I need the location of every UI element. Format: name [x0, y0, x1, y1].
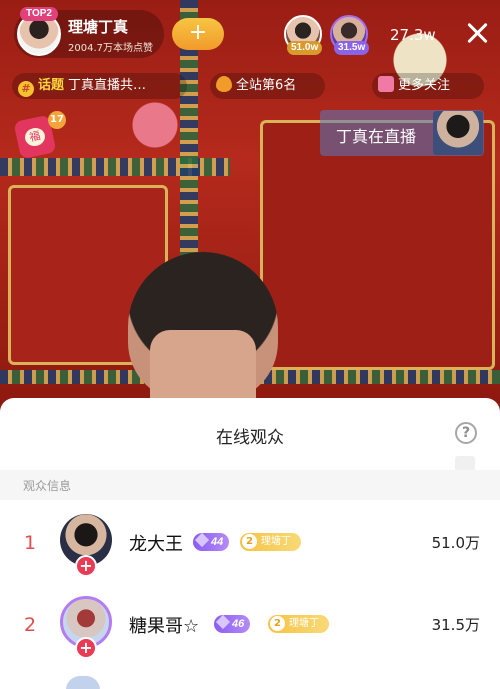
rank-number: 1: [24, 532, 37, 554]
host-likes: 2004.7万本场点赞: [68, 43, 153, 54]
level-value: 44: [211, 536, 224, 548]
top-viewer-score-2: 31.5w: [334, 41, 370, 55]
help-icon[interactable]: ?: [455, 422, 477, 444]
contribution-score: 31.5万: [431, 616, 480, 634]
audience-row[interactable]: 1 + 龙大王 44 2 理塘丁 51.0万: [0, 510, 500, 584]
level-value: 46: [232, 618, 245, 630]
plus-icon: +: [188, 20, 208, 45]
flame-icon: [216, 76, 232, 92]
topic-chip[interactable]: # 话题 丁真直播共…: [12, 73, 187, 99]
plus-icon[interactable]: +: [75, 555, 97, 577]
site-rank-text: 全站第6名: [236, 78, 297, 93]
top-rank-badge: TOP2: [20, 7, 58, 21]
fan-level: 2: [242, 534, 257, 549]
section-header: 观众信息: [0, 470, 500, 500]
fan-level: 2: [270, 616, 285, 631]
topic-tag: 话题: [38, 78, 65, 93]
audience-row[interactable]: 2 + 糖果哥☆ 46 2 理塘丁 31.5万: [0, 592, 500, 666]
top-viewer-score-1: 51.0w: [287, 41, 323, 55]
close-icon[interactable]: [462, 18, 492, 48]
gem-icon: [215, 614, 231, 630]
online-count[interactable]: 27.3w: [390, 26, 436, 44]
plus-icon[interactable]: +: [75, 637, 97, 659]
host-name[interactable]: 理塘丁真: [68, 16, 128, 37]
fan-badge: 2 理塘丁: [268, 615, 329, 633]
fan-name: 理塘丁: [261, 536, 291, 547]
level-badge: 46: [214, 614, 251, 633]
contribution-score: 51.0万: [431, 534, 480, 552]
level-badge: 44: [193, 532, 230, 551]
online-audience-sheet: 在线观众 ? 观众信息 1 + 龙大王 44 2 理塘丁 51.0万 2 + 糖果…: [0, 398, 500, 689]
gem-icon: [194, 532, 210, 548]
more-follow-chip[interactable]: 更多关注: [372, 73, 484, 99]
streamer-face: [150, 330, 256, 400]
viewer-name[interactable]: 糖果哥☆: [129, 612, 199, 638]
more-follow-text: 更多关注: [398, 78, 451, 93]
follow-button[interactable]: +: [172, 18, 224, 50]
viewer-name[interactable]: 龙大王: [129, 530, 183, 556]
live-stream-video[interactable]: [0, 0, 500, 400]
sheet-title: 在线观众: [216, 428, 284, 448]
fan-name: 理塘丁: [289, 618, 319, 629]
topic-text: 丁真直播共…: [68, 78, 147, 93]
chart-icon: [378, 76, 394, 92]
audience-row-partial: [66, 676, 100, 689]
live-card-thumbnail[interactable]: [433, 111, 483, 155]
fan-badge: 2 理塘丁: [240, 533, 301, 551]
mural-panel: [260, 120, 495, 370]
rank-number: 2: [24, 614, 37, 636]
red-packet-count: 17: [48, 111, 66, 129]
site-rank-chip[interactable]: 全站第6名: [210, 73, 325, 99]
section-label: 观众信息: [23, 479, 72, 493]
red-packet-label: 福: [23, 126, 47, 148]
live-card-text: 丁真在直播: [336, 127, 417, 146]
topic-icon: #: [18, 81, 34, 97]
